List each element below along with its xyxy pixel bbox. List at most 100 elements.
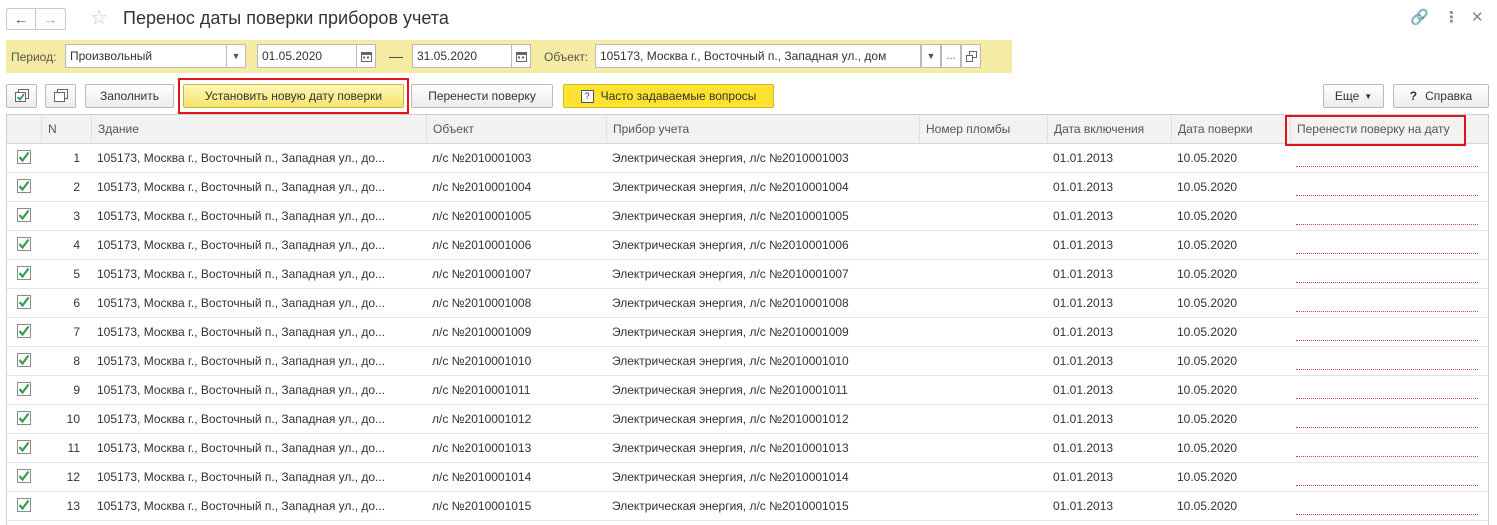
cell-seal (925, 318, 1043, 346)
cell-device: Электрическая энергия, л/с №2010001007 (612, 267, 849, 281)
cell-on-date: 01.01.2013 (1053, 354, 1114, 368)
vertical-dots-icon[interactable]: ⋮ (1444, 8, 1459, 26)
table-row[interactable]: 2 105173, Москва г., Восточный п., Западн… (7, 173, 1488, 202)
close-icon[interactable]: ✕ (1471, 8, 1484, 26)
row-checkbox[interactable] (17, 469, 31, 483)
cell-seal (925, 376, 1043, 404)
move-to-date-input[interactable] (1296, 369, 1478, 370)
move-to-date-input[interactable] (1296, 224, 1478, 225)
cell-check-date: 10.05.2020 (1177, 383, 1238, 397)
move-to-date-input[interactable] (1296, 427, 1478, 428)
move-to-date-input[interactable] (1296, 166, 1478, 167)
forward-button[interactable]: → (36, 8, 66, 30)
cell-on-date: 01.01.2013 (1053, 296, 1114, 310)
cell-n: 1 (73, 151, 80, 165)
table-row[interactable]: 7 105173, Москва г., Восточный п., Западн… (7, 318, 1488, 347)
table-row[interactable]: 5 105173, Москва г., Восточный п., Западн… (7, 260, 1488, 289)
table-row[interactable]: 9 105173, Москва г., Восточный п., Западн… (7, 376, 1488, 405)
cell-object: л/с №2010001013 (432, 441, 532, 455)
col-n[interactable]: N (41, 115, 91, 144)
col-on-date[interactable]: Дата включения (1047, 115, 1171, 144)
row-checkbox[interactable] (17, 208, 31, 222)
cell-seal (925, 289, 1043, 317)
col-move-to[interactable]: Перенести поверку на дату (1290, 115, 1488, 144)
table-row[interactable]: 11 105173, Москва г., Восточный п., Запад… (7, 434, 1488, 463)
cell-check-date: 10.05.2020 (1177, 209, 1238, 223)
col-check-date[interactable]: Дата поверки (1171, 115, 1290, 144)
col-object[interactable]: Объект (426, 115, 606, 144)
cell-device: Электрическая энергия, л/с №2010001013 (612, 441, 849, 455)
calendar-icon (360, 51, 372, 62)
period-select[interactable]: Произвольный (65, 44, 227, 68)
cell-object: л/с №2010001007 (432, 267, 532, 281)
more-button[interactable]: Еще ▼ (1323, 84, 1384, 108)
date-from-field[interactable]: 01.05.2020 (257, 44, 357, 68)
move-to-date-input[interactable] (1296, 340, 1478, 341)
cell-on-date: 01.01.2013 (1053, 499, 1114, 513)
row-checkbox[interactable] (17, 150, 31, 164)
date-range-dash: — (389, 48, 403, 64)
object-open-button[interactable] (961, 44, 981, 68)
row-checkbox[interactable] (17, 324, 31, 338)
move-check-button[interactable]: Перенести поверку (411, 84, 553, 108)
faq-button[interactable]: ? Часто задаваемые вопросы (563, 84, 774, 108)
cell-n: 5 (73, 267, 80, 281)
date-to-calendar-button[interactable] (511, 44, 531, 68)
table-row[interactable]: 8 105173, Москва г., Восточный п., Западн… (7, 347, 1488, 376)
table-row[interactable]: 13 105173, Москва г., Восточный п., Запад… (7, 492, 1488, 521)
table-row[interactable]: 12 105173, Москва г., Восточный п., Запад… (7, 463, 1488, 492)
period-dropdown-button[interactable]: ▼ (226, 44, 246, 68)
cell-n: 8 (73, 354, 80, 368)
cell-n: 4 (73, 238, 80, 252)
cell-building: 105173, Москва г., Восточный п., Западна… (97, 499, 386, 513)
row-checkbox[interactable] (17, 353, 31, 367)
date-to-field[interactable]: 31.05.2020 (412, 44, 512, 68)
table-row[interactable]: 1 105173, Москва г., Восточный п., Западн… (7, 144, 1488, 173)
col-seal[interactable]: Номер пломбы (919, 115, 1047, 144)
cell-n: 11 (67, 441, 80, 455)
col-building[interactable]: Здание (91, 115, 426, 144)
cell-device: Электрическая энергия, л/с №2010001003 (612, 151, 849, 165)
uncheck-all-button[interactable] (45, 84, 76, 108)
row-checkbox[interactable] (17, 179, 31, 193)
check-all-button[interactable] (6, 84, 37, 108)
object-select-button[interactable]: ... (941, 44, 961, 68)
cell-building: 105173, Москва г., Восточный п., Западна… (97, 151, 386, 165)
fill-button[interactable]: Заполнить (85, 84, 174, 108)
date-from-calendar-button[interactable] (356, 44, 376, 68)
cell-object: л/с №2010001015 (432, 499, 532, 513)
cell-n: 12 (66, 470, 80, 484)
table-row[interactable]: 3 105173, Москва г., Восточный п., Западн… (7, 202, 1488, 231)
cell-device: Электрическая энергия, л/с №2010001015 (612, 499, 849, 513)
row-checkbox[interactable] (17, 237, 31, 251)
move-to-date-input[interactable] (1296, 195, 1478, 196)
table-row[interactable]: 6 105173, Москва г., Восточный п., Западн… (7, 289, 1488, 318)
table-row[interactable]: 10 105173, Москва г., Восточный п., Запад… (7, 405, 1488, 434)
cell-object: л/с №2010001003 (432, 151, 532, 165)
move-to-date-input[interactable] (1296, 282, 1478, 283)
move-to-date-input[interactable] (1296, 485, 1478, 486)
row-checkbox[interactable] (17, 440, 31, 454)
row-checkbox[interactable] (17, 498, 31, 512)
cell-seal (925, 202, 1043, 230)
move-to-date-input[interactable] (1296, 311, 1478, 312)
cell-seal (925, 405, 1043, 433)
cell-object: л/с №2010001006 (432, 238, 532, 252)
row-checkbox[interactable] (17, 266, 31, 280)
move-to-date-input[interactable] (1296, 456, 1478, 457)
row-checkbox[interactable] (17, 382, 31, 396)
move-to-date-input[interactable] (1296, 514, 1478, 515)
col-device[interactable]: Прибор учета (606, 115, 919, 144)
move-to-date-input[interactable] (1296, 398, 1478, 399)
star-icon[interactable]: ☆ (90, 5, 108, 30)
row-checkbox[interactable] (17, 411, 31, 425)
link-icon[interactable]: 🔗 (1410, 8, 1429, 26)
object-dropdown-button[interactable]: ▼ (921, 44, 941, 68)
row-checkbox[interactable] (17, 295, 31, 309)
object-field[interactable]: 105173, Москва г., Восточный п., Западна… (595, 44, 921, 68)
set-new-check-date-button[interactable]: Установить новую дату поверки (183, 84, 404, 108)
table-row[interactable]: 4 105173, Москва г., Восточный п., Западн… (7, 231, 1488, 260)
help-button[interactable]: ? Справка (1393, 84, 1489, 108)
move-to-date-input[interactable] (1296, 253, 1478, 254)
back-button[interactable]: ← (6, 8, 36, 30)
